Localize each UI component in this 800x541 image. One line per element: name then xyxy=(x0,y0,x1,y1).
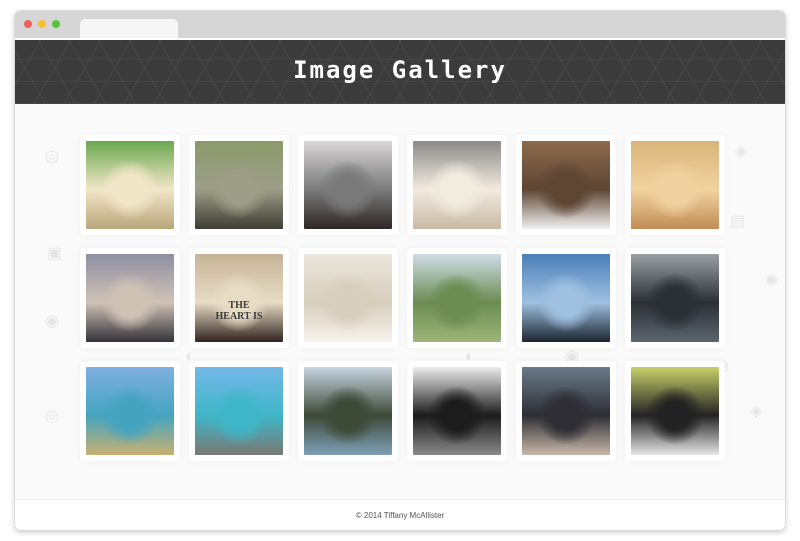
camera-pattern-icon: ◉ xyxy=(45,313,59,330)
gallery-thumbnail[interactable] xyxy=(522,367,610,455)
browser-window: Image Gallery ◎ ▣ ◉ ◎ ◈ ▤ ✺ ◉ ◈ ◐ ◐ ◉ TH… xyxy=(15,11,785,530)
camera-pattern-icon: ◈ xyxy=(750,403,763,420)
thumbnail-image xyxy=(631,367,719,455)
thumbnail-image xyxy=(631,141,719,229)
thumbnail-image xyxy=(86,254,174,342)
gallery-thumbnail[interactable] xyxy=(195,141,283,229)
camera-pattern-icon: ▤ xyxy=(730,213,746,230)
thumbnail-image xyxy=(304,367,392,455)
thumbnail-image xyxy=(413,141,501,229)
gallery-thumbnail[interactable] xyxy=(522,141,610,229)
photo-grid: THE HEART IS xyxy=(86,141,719,455)
thumbnail-image xyxy=(304,141,392,229)
camera-pattern-icon: ◎ xyxy=(45,148,59,165)
gallery-thumbnail[interactable] xyxy=(86,367,174,455)
browser-chrome xyxy=(15,11,785,38)
camera-pattern-icon: ▣ xyxy=(47,245,63,262)
camera-pattern-icon: ◎ xyxy=(45,408,59,425)
camera-pattern-icon: ✺ xyxy=(765,273,779,290)
thumbnail-image xyxy=(86,367,174,455)
page-footer: © 2014 Tiffany McAllister xyxy=(15,499,785,530)
gallery-thumbnail[interactable] xyxy=(413,367,501,455)
thumbnail-image xyxy=(86,141,174,229)
thumbnail-image xyxy=(522,254,610,342)
gallery-thumbnail[interactable] xyxy=(522,254,610,342)
gallery-thumbnail[interactable]: THE HEART IS xyxy=(195,254,283,342)
gallery-thumbnail[interactable] xyxy=(304,254,392,342)
copyright-text: © 2014 Tiffany McAllister xyxy=(355,511,445,520)
thumbnail-image xyxy=(195,254,283,342)
gallery-thumbnail[interactable] xyxy=(86,254,174,342)
thumbnail-image xyxy=(413,254,501,342)
gallery-thumbnail[interactable] xyxy=(631,254,719,342)
thumbnail-image xyxy=(631,254,719,342)
gallery-section: ◎ ▣ ◉ ◎ ◈ ▤ ✺ ◉ ◈ ◐ ◐ ◉ THE HEART IS xyxy=(15,104,785,499)
thumbnail-image xyxy=(522,141,610,229)
thumbnail-image xyxy=(522,367,610,455)
gallery-thumbnail[interactable] xyxy=(304,141,392,229)
gallery-thumbnail[interactable] xyxy=(631,367,719,455)
maximize-window-button[interactable] xyxy=(52,20,60,28)
thumbnail-image xyxy=(304,254,392,342)
minimize-window-button[interactable] xyxy=(38,20,46,28)
thumbnail-image xyxy=(195,367,283,455)
close-window-button[interactable] xyxy=(24,20,32,28)
gallery-thumbnail[interactable] xyxy=(195,367,283,455)
browser-tab[interactable] xyxy=(80,19,178,38)
camera-pattern-icon: ◈ xyxy=(735,143,748,160)
gallery-thumbnail[interactable] xyxy=(631,141,719,229)
thumbnail-caption: THE HEART IS xyxy=(215,300,263,322)
gallery-thumbnail[interactable] xyxy=(413,254,501,342)
gallery-thumbnail[interactable] xyxy=(86,141,174,229)
gallery-thumbnail[interactable] xyxy=(304,367,392,455)
page-title: Image Gallery xyxy=(293,56,507,84)
thumbnail-image xyxy=(195,141,283,229)
thumbnail-image xyxy=(413,367,501,455)
gallery-thumbnail[interactable] xyxy=(413,141,501,229)
page-header: Image Gallery xyxy=(15,38,785,104)
